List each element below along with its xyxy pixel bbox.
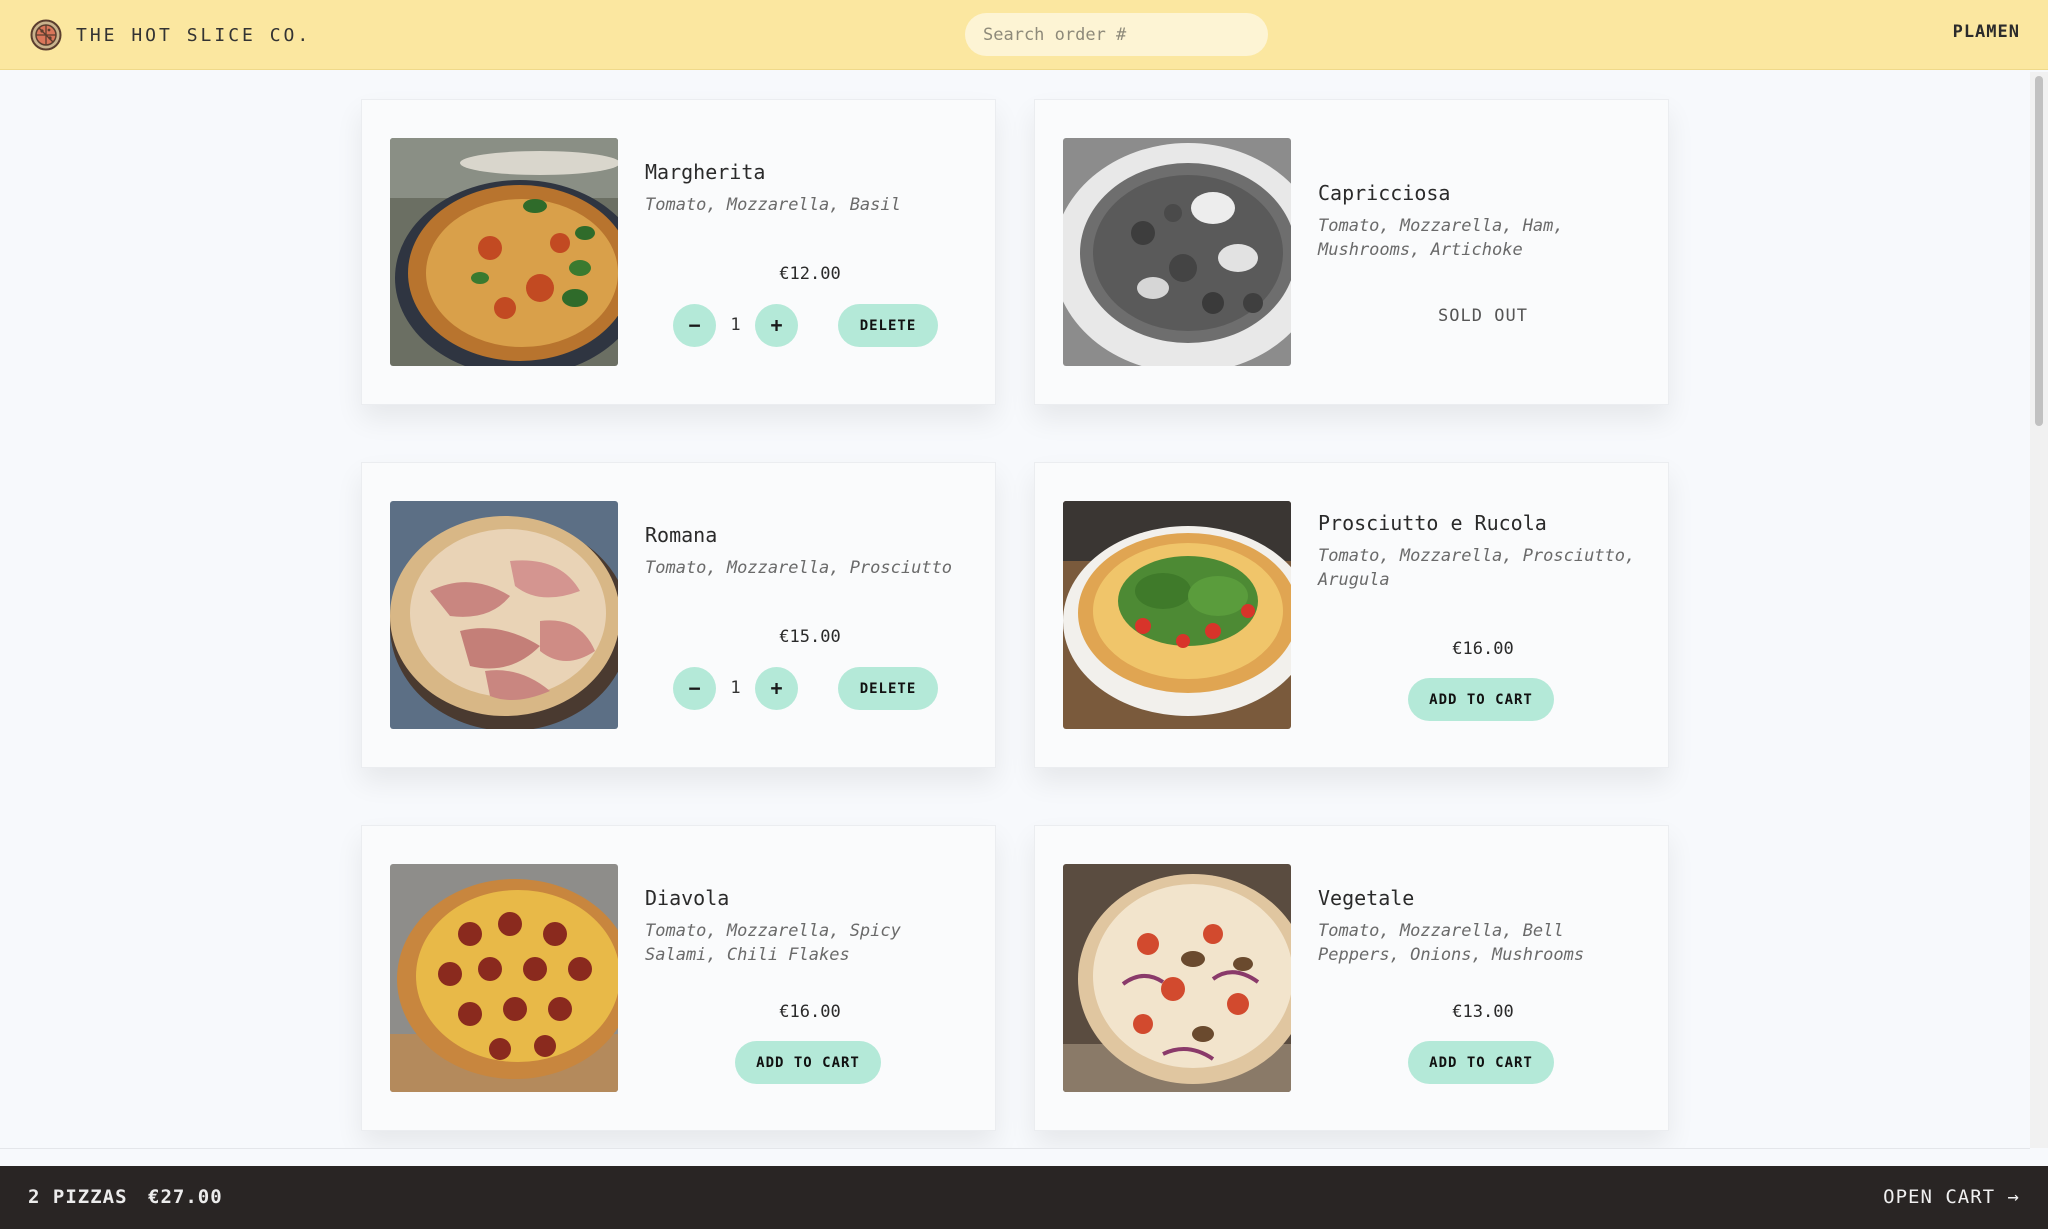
- pizza-name: Capricciosa: [1318, 181, 1451, 205]
- pizza-price: €13.00: [1452, 1002, 1514, 1022]
- increase-quantity-button[interactable]: +: [755, 667, 798, 710]
- pizza-image-vegetale: [1063, 864, 1291, 1092]
- menu-item-vegetale: Vegetale Tomato, Mozzarella, Bell Pepper…: [1034, 825, 1669, 1131]
- menu-item-romana: Romana Tomato, Mozzarella, Prosciutto €1…: [361, 462, 996, 768]
- pizza-name: Romana: [645, 523, 718, 547]
- pizza-price: €16.00: [779, 1002, 841, 1022]
- quantity-stepper: − 1 + DELETE: [673, 667, 938, 710]
- pizza-ingredients: Tomato, Mozzarella, Prosciutto, Arugula: [1318, 546, 1636, 590]
- sold-out-label: SOLD OUT: [1438, 306, 1528, 326]
- increase-quantity-button[interactable]: +: [755, 304, 798, 347]
- decrease-quantity-button[interactable]: −: [673, 304, 716, 347]
- pizza-info: Capricciosa Tomato, Mozzarella, Ham, Mus…: [1318, 181, 1648, 262]
- quantity-stepper: − 1 + DELETE: [673, 304, 938, 347]
- delete-item-button[interactable]: DELETE: [838, 667, 938, 710]
- add-to-cart-button[interactable]: ADD TO CART: [1408, 1041, 1554, 1084]
- quantity-value: 1: [730, 315, 741, 335]
- pizza-info: Prosciutto e Rucola Tomato, Mozzarella, …: [1318, 511, 1648, 592]
- decrease-quantity-button[interactable]: −: [673, 667, 716, 710]
- pizza-image-romana: [390, 501, 618, 729]
- pizza-price: €15.00: [779, 627, 841, 647]
- pizza-info: Diavola Tomato, Mozzarella, Spicy Salami…: [645, 886, 975, 967]
- menu-item-margherita: Margherita Tomato, Mozzarella, Basil €12…: [361, 99, 996, 405]
- cart-overview-bar: 2 PIZZAS €27.00 OPEN CART →: [0, 1166, 2048, 1229]
- pizza-image-prosciutto-e-rucola: [1063, 501, 1291, 729]
- cart-total-price: €27.00: [148, 1186, 223, 1208]
- pizza-image-capricciosa: [1063, 138, 1291, 366]
- pizza-ingredients: Tomato, Mozzarella, Bell Peppers, Onions…: [1318, 921, 1585, 965]
- pizza-ingredients: Tomato, Mozzarella, Basil: [645, 195, 901, 215]
- page-scrollbar[interactable]: [2030, 72, 2048, 1148]
- add-to-cart-button[interactable]: ADD TO CART: [1408, 678, 1554, 721]
- pizza-name: Diavola: [645, 886, 730, 910]
- open-cart-link[interactable]: OPEN CART →: [1883, 1186, 2020, 1208]
- pizza-image-margherita: [390, 138, 618, 366]
- pizza-ingredients: Tomato, Mozzarella, Ham, Mushrooms, Arti…: [1318, 216, 1564, 260]
- scrollbar-thumb[interactable]: [2035, 76, 2043, 426]
- menu-item-capricciosa: Capricciosa Tomato, Mozzarella, Ham, Mus…: [1034, 99, 1669, 405]
- pizza-info: Romana Tomato, Mozzarella, Prosciutto: [645, 523, 975, 580]
- pizza-name: Vegetale: [1318, 886, 1415, 910]
- menu-item-diavola: Diavola Tomato, Mozzarella, Spicy Salami…: [361, 825, 996, 1131]
- pizza-price: €12.00: [779, 264, 841, 284]
- pizza-price: €16.00: [1452, 639, 1514, 659]
- menu-item-prosciutto-e-rucola: Prosciutto e Rucola Tomato, Mozzarella, …: [1034, 462, 1669, 768]
- pizza-name: Prosciutto e Rucola: [1318, 511, 1547, 535]
- delete-item-button[interactable]: DELETE: [838, 304, 938, 347]
- menu-grid: Margherita Tomato, Mozzarella, Basil €12…: [0, 0, 2030, 1148]
- cart-pizza-count: 2 PIZZAS: [28, 1186, 128, 1208]
- pizza-ingredients: Tomato, Mozzarella, Spicy Salami, Chili …: [645, 921, 901, 965]
- quantity-value: 1: [730, 678, 741, 698]
- pizza-info: Vegetale Tomato, Mozzarella, Bell Pepper…: [1318, 886, 1648, 967]
- pizza-info: Margherita Tomato, Mozzarella, Basil: [645, 160, 975, 217]
- pizza-image-diavola: [390, 864, 618, 1092]
- pizza-name: Margherita: [645, 160, 766, 184]
- content-divider: [0, 1148, 2030, 1149]
- add-to-cart-button[interactable]: ADD TO CART: [735, 1041, 881, 1084]
- pizza-ingredients: Tomato, Mozzarella, Prosciutto: [645, 558, 953, 578]
